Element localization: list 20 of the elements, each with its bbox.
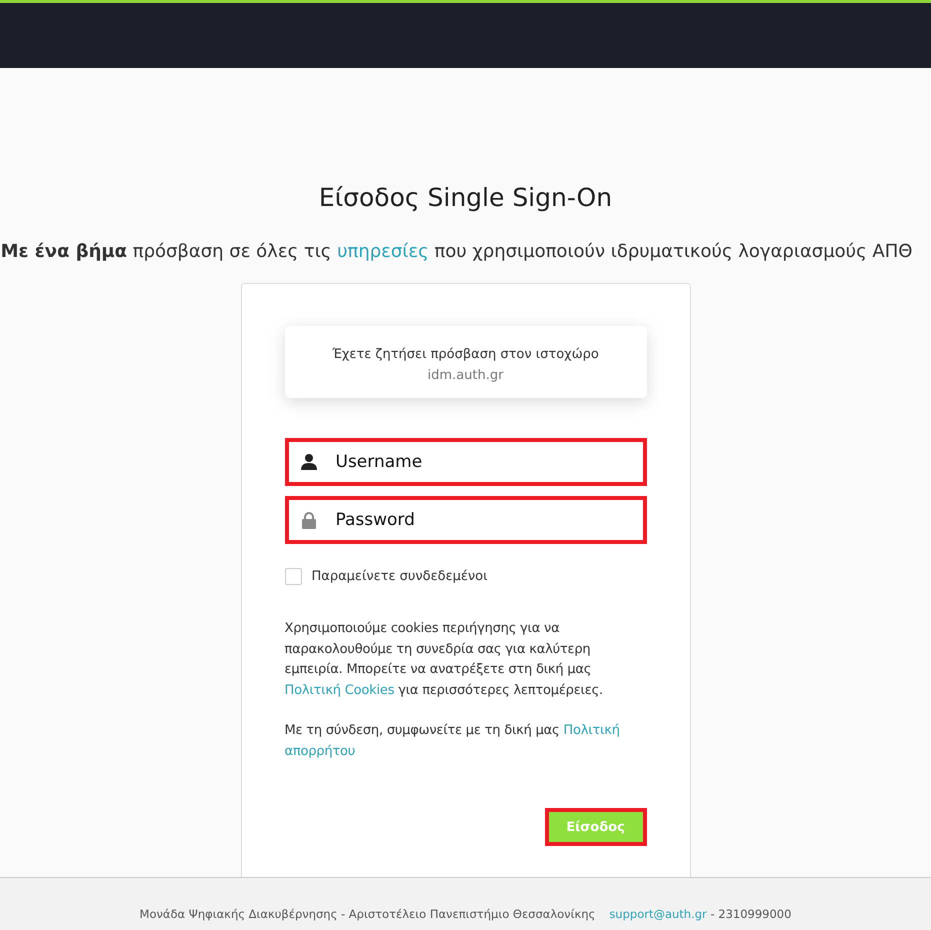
password-field[interactable]: Password xyxy=(284,496,646,544)
support-phone: - 2310999000 xyxy=(709,907,792,921)
user-icon xyxy=(300,453,318,471)
cookie-policy-link[interactable]: Πολιτική Cookies xyxy=(284,682,394,698)
privacy-notice: Με τη σύνδεση, συμφωνείτε με τη δική μας Πολιτική απορρήτου xyxy=(284,722,621,760)
privacy-policy-link[interactable]: απορρήτου xyxy=(284,744,356,758)
login-button[interactable]: Είσοδος xyxy=(544,808,646,846)
request-text: Έχετε ζητήσει πρόσβαση στον ιστοχώρο xyxy=(331,346,600,364)
privacy-policy-link[interactable]: Πολιτική xyxy=(563,723,620,738)
services-link[interactable]: υπηρεσίες xyxy=(337,241,429,262)
footer-organization: Μονάδα Ψηφιακής Διακυβέρνησης - Αριστοτέλειο Πανεπιστήμιο Θεσσαλονίκης xyxy=(140,907,596,921)
lock-icon xyxy=(300,511,318,529)
remember-checkbox[interactable] xyxy=(284,568,302,585)
support-email-link[interactable]: support@auth.gr xyxy=(609,907,707,921)
page-title: Είσοδος Single Sign-On xyxy=(318,183,612,212)
remember-label: Παραμείνετε συνδεδεμένοι xyxy=(312,569,488,584)
cookie-notice: Χρησιμοποιούμε cookies περιήγησης για να παρακολουθούμε τη συνεδρία σας για καλύτερη εμπειρία. Μπορείτε να ανατρέξετε στη δική μας Πολιτική Cookies για περισσότερες λεπτομέρειες. xyxy=(284,620,604,700)
subtitle: Με ένα βήμα πρόσβαση σε όλες τις υπηρεσίες που χρησιμοποιούν ιδρυματικούς λογαριασμούς ΑΠΘ xyxy=(0,242,913,261)
site-name: idm.auth.gr xyxy=(426,367,504,385)
username-field[interactable]: Username xyxy=(284,438,646,486)
